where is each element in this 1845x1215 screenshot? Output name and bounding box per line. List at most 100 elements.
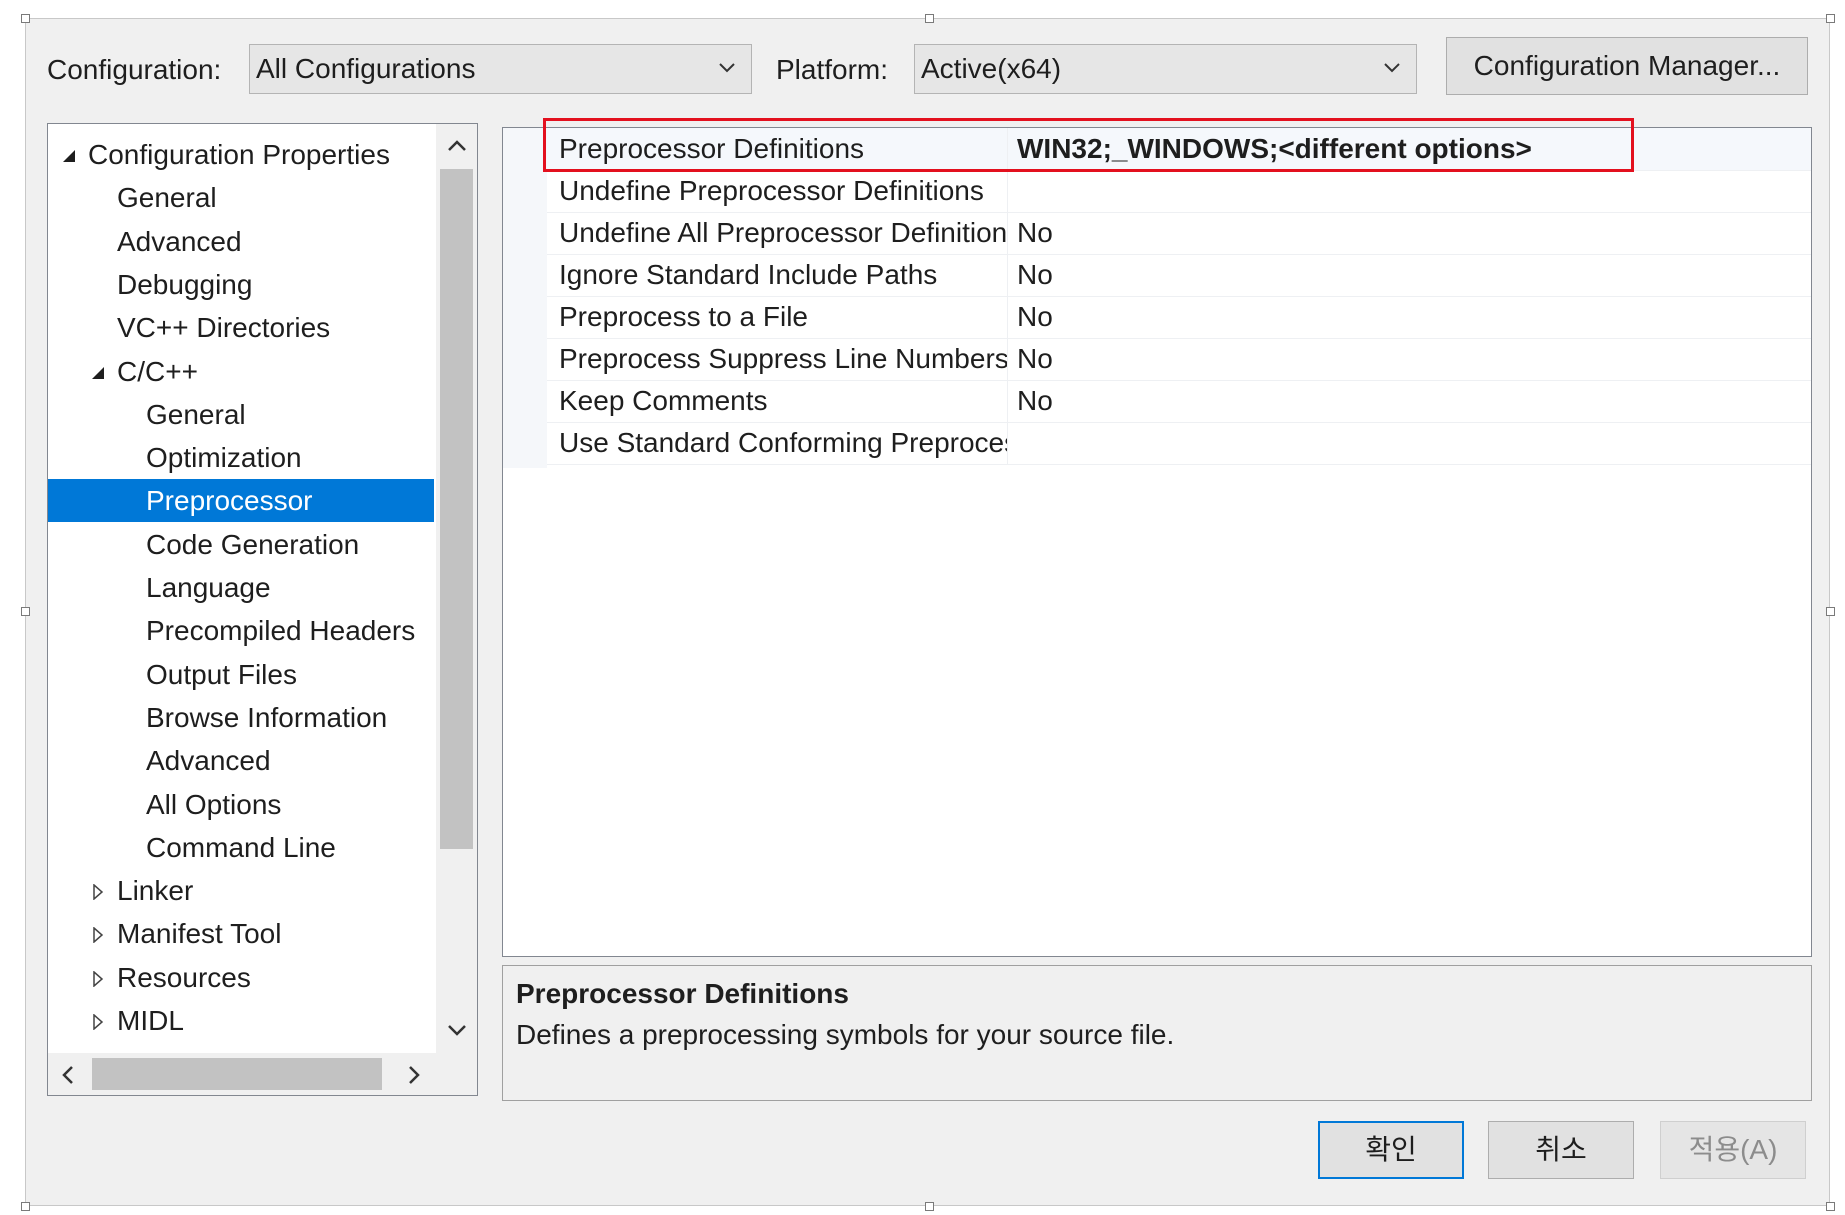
tree-item[interactable]: Preprocessor	[48, 479, 434, 523]
ok-button[interactable]: 확인	[1318, 1121, 1464, 1179]
property-row[interactable]: Preprocess Suppress Line Numbers No	[547, 338, 1811, 381]
property-row[interactable]: Keep Comments No	[547, 380, 1811, 423]
tree-item-label: General	[146, 398, 246, 430]
description-text: Defines a preprocessing symbols for your…	[516, 1019, 1175, 1050]
property-tree: Configuration Properties General Advanced D…	[47, 123, 478, 1096]
chevron-down-icon	[1384, 63, 1400, 73]
property-value[interactable]: No	[1017, 296, 1053, 338]
resize-handle	[21, 607, 30, 616]
property-name: Undefine All Preprocessor Definitions	[559, 212, 1008, 254]
triangle-collapsed-icon[interactable]	[90, 884, 106, 901]
tree-item[interactable]: Browse Information	[48, 696, 434, 739]
highlight-box	[543, 118, 1634, 172]
configuration-dropdown[interactable]: All Configurations	[249, 44, 752, 94]
scroll-left-icon[interactable]	[60, 1064, 76, 1086]
triangle-collapsed-icon[interactable]	[90, 970, 106, 987]
tree-item-label: Configuration Properties	[88, 139, 390, 170]
property-row[interactable]: Preprocess to a File No	[547, 296, 1811, 339]
tree-item[interactable]: VC++ Directories	[48, 306, 434, 349]
property-value[interactable]: No	[1017, 380, 1053, 422]
scroll-up-icon[interactable]	[446, 138, 468, 154]
tree-item-label: Output Files	[146, 658, 297, 690]
resize-handle	[925, 1202, 934, 1211]
property-name: Ignore Standard Include Paths	[559, 254, 1008, 296]
resize-handle	[925, 14, 934, 23]
triangle-expanded-icon[interactable]	[90, 365, 106, 381]
vertical-scrollbar[interactable]	[436, 124, 477, 1053]
tree-item-label: Optimization	[146, 442, 302, 474]
triangle-collapsed-icon[interactable]	[90, 1014, 106, 1030]
tree-item-label: VC++ Directories	[117, 312, 331, 344]
tree-item[interactable]: Precompiled Headers	[48, 609, 434, 652]
tree-item-label: Browse Information	[146, 701, 388, 733]
resize-handle	[1826, 1202, 1835, 1211]
tree-item[interactable]: Manifest Tool	[48, 912, 434, 955]
resize-handle	[1826, 14, 1835, 23]
tree-item[interactable]: MIDL	[48, 999, 434, 1042]
tree-item-label: Command Line	[146, 831, 336, 863]
vertical-scroll-thumb[interactable]	[440, 169, 473, 849]
triangle-collapsed-icon[interactable]	[90, 927, 106, 944]
property-value[interactable]: No	[1017, 212, 1053, 254]
tree-item[interactable]: Language	[48, 566, 434, 609]
tree-item[interactable]: C/C++	[48, 350, 434, 393]
tree-item[interactable]: Command Line	[48, 826, 434, 869]
property-row[interactable]: Undefine All Preprocessor Definitions No	[547, 212, 1811, 255]
tree-item-label: Linker	[117, 875, 194, 907]
tree-item-label: General	[117, 182, 217, 214]
resize-handle	[21, 1202, 30, 1211]
triangle-expanded-icon[interactable]	[61, 148, 77, 164]
tree-item[interactable]: Output Files	[48, 653, 434, 696]
tree-item[interactable]: Configuration Properties	[48, 133, 434, 176]
scroll-down-icon[interactable]	[446, 1022, 468, 1038]
property-name: Preprocess Suppress Line Numbers	[559, 338, 1008, 380]
tree-item-label: Advanced	[146, 745, 271, 777]
property-row[interactable]: Ignore Standard Include Paths No	[547, 254, 1811, 297]
tree-item-label: Precompiled Headers	[146, 615, 416, 647]
tree-item[interactable]: General	[48, 176, 434, 219]
property-name: Use Standard Conforming Preprocessor	[559, 422, 1008, 464]
property-name: Preprocess to a File	[559, 296, 1008, 338]
property-value[interactable]: No	[1017, 338, 1053, 380]
tree-item[interactable]: Linker	[48, 869, 434, 912]
tree-item-label: Preprocessor	[146, 485, 313, 517]
property-name: Undefine Preprocessor Definitions	[559, 170, 1008, 212]
tree-item-label: All Options	[146, 788, 282, 820]
tree-item[interactable]: Advanced	[48, 220, 434, 263]
tree-item[interactable]: Debugging	[48, 263, 434, 306]
platform-label: Platform:	[776, 54, 889, 85]
apply-button[interactable]: 적용(A)	[1660, 1121, 1806, 1179]
horizontal-scrollbar[interactable]	[48, 1053, 477, 1095]
tree-item[interactable]: Code Generation	[48, 523, 434, 566]
tree-item-label: Debugging	[117, 268, 253, 300]
chevron-down-icon	[719, 63, 735, 73]
configuration-label: Configuration:	[47, 54, 222, 85]
property-row[interactable]: Use Standard Conforming Preprocessor	[547, 422, 1811, 465]
tree-item[interactable]: General	[48, 393, 434, 436]
cancel-button[interactable]: 취소	[1488, 1121, 1634, 1179]
scroll-right-icon[interactable]	[406, 1064, 422, 1086]
property-row[interactable]: Undefine Preprocessor Definitions	[547, 170, 1811, 213]
configuration-value: All Configurations	[256, 53, 476, 84]
property-name: Keep Comments	[559, 380, 1008, 422]
property-grid: Preprocessor Definitions WIN32;_WINDOWS;<…	[502, 127, 1812, 957]
platform-dropdown[interactable]: Active(x64)	[914, 44, 1417, 94]
tree-item[interactable]: All Options	[48, 783, 434, 826]
tree-item[interactable]: Advanced	[48, 739, 434, 782]
tree-item[interactable]: Optimization	[48, 436, 434, 479]
tree-item-label: Resources	[117, 961, 251, 993]
tree-item-label: Advanced	[117, 225, 242, 257]
tree-item-label: Manifest Tool	[117, 918, 282, 950]
property-value[interactable]: No	[1017, 254, 1053, 296]
tree-item-label: Code Generation	[146, 528, 360, 560]
tree-item-label: MIDL	[117, 1005, 184, 1036]
description-title: Preprocessor Definitions	[516, 978, 849, 1009]
resize-handle	[1826, 607, 1835, 616]
tree-item[interactable]: Resources	[48, 956, 434, 999]
configuration-manager-button[interactable]: Configuration Manager...	[1446, 37, 1808, 95]
horizontal-scroll-thumb[interactable]	[92, 1058, 382, 1090]
description-pane: Preprocessor Definitions Defines a prepr…	[502, 965, 1812, 1101]
platform-value: Active(x64)	[921, 53, 1062, 84]
tree-item-label: C/C++	[117, 355, 198, 387]
tree-item-label: Language	[146, 572, 271, 603]
